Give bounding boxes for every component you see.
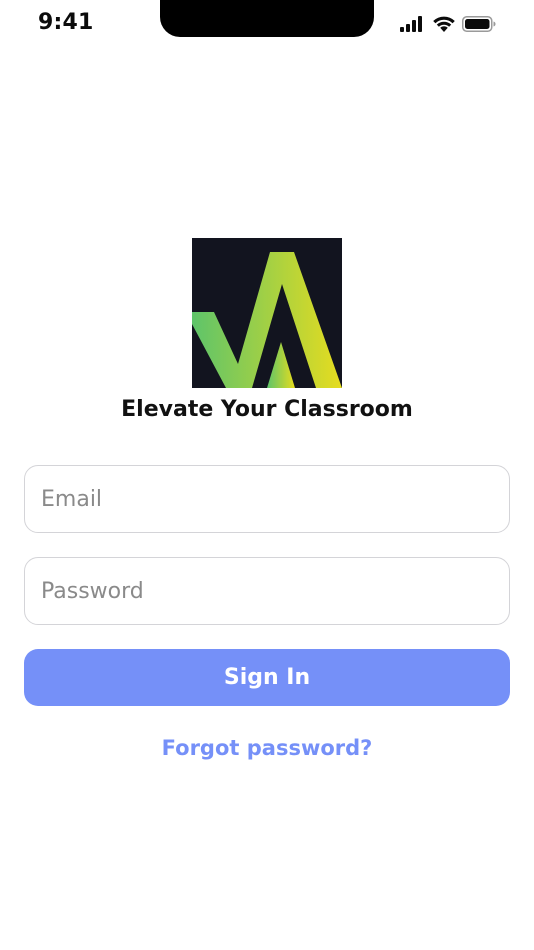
email-field[interactable] [25,466,509,532]
password-field-container [24,557,510,625]
status-time: 9:41 [38,10,94,35]
app-logo [192,238,342,388]
status-icons [400,15,496,36]
cellular-signal-icon [400,15,426,36]
app-title: Elevate Your Classroom [121,397,413,422]
password-field[interactable] [25,558,509,624]
battery-icon [462,15,496,36]
device-notch [160,0,374,37]
login-screen: 9:41 Elevate Your Classroom Email Sign I… [0,0,534,950]
sign-in-button[interactable]: Sign In [24,649,510,706]
wifi-icon [432,15,456,36]
email-field-container [24,465,510,533]
forgot-password-link[interactable]: Forgot password? [0,736,534,760]
